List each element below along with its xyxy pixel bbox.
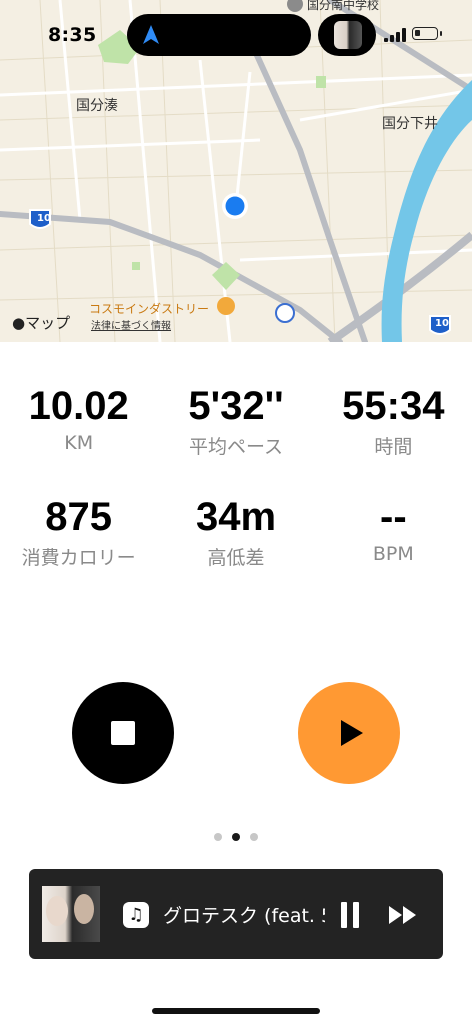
- page-dot[interactable]: [232, 833, 240, 841]
- calories-label: 消費カロリー: [21, 547, 136, 569]
- poi-cosmo-label: コスモインダストリー: [89, 302, 210, 316]
- artwork-face-right: [74, 894, 94, 924]
- stat-elevation: 34m 高低差: [157, 495, 314, 570]
- place-kokubu-shimoi: 国分下井: [382, 116, 438, 132]
- apple-maps-attribution: ●マップ: [12, 314, 71, 332]
- pace-value: 5'32'': [188, 384, 284, 428]
- route-10-shield-left-label: 10: [37, 213, 51, 224]
- pause-icon-bar: [353, 902, 359, 928]
- page-dot[interactable]: [250, 833, 258, 841]
- poi-school-label: 国分南中学校: [307, 0, 380, 12]
- resume-button[interactable]: [298, 682, 400, 784]
- album-thumbnail-small: [334, 21, 362, 49]
- skip-forward-icon[interactable]: [388, 905, 418, 925]
- dynamic-island-album-thumb[interactable]: [318, 14, 376, 56]
- page-indicator[interactable]: [0, 826, 472, 845]
- stat-heart-rate: -- BPM: [315, 495, 472, 570]
- apple-logo-icon: ●: [12, 314, 26, 332]
- route-10-shield-right-label: 10: [435, 318, 449, 329]
- calories-value: 875: [45, 495, 113, 539]
- dynamic-island[interactable]: [127, 14, 311, 56]
- stats-row-2: 875 消費カロリー 34m 高低差 -- BPM: [0, 495, 472, 570]
- stat-calories: 875 消費カロリー: [0, 495, 157, 570]
- heart-rate-value: --: [380, 495, 407, 539]
- stop-icon: [111, 721, 135, 745]
- distance-label: KM: [64, 432, 94, 454]
- stat-duration: 55:34 時間: [315, 384, 472, 459]
- page-dot[interactable]: [214, 833, 222, 841]
- stat-distance: 10.02 KM: [0, 384, 157, 459]
- elevation-value: 34m: [195, 495, 277, 539]
- pause-button[interactable]: [339, 902, 363, 928]
- legal-link[interactable]: 法律に基づく情報: [91, 317, 171, 332]
- artwork-face-left: [46, 896, 68, 926]
- duration-label: 時間: [374, 436, 413, 458]
- pause-icon: [341, 902, 347, 928]
- pace-label: 平均ペース: [188, 436, 284, 458]
- elevation-label: 高低差: [207, 547, 265, 569]
- place-kokubu-minato: 国分湊: [76, 98, 118, 114]
- stats-row-1: 10.02 KM 5'32'' 平均ペース 55:34 時間: [0, 384, 472, 459]
- stop-button[interactable]: [72, 682, 174, 784]
- duration-value: 55:34: [342, 384, 445, 428]
- battery-icon: [412, 27, 442, 40]
- navigation-arrow-icon: [143, 25, 159, 44]
- now-playing-bar[interactable]: ♫ グロテスク (feat. 5: [29, 869, 443, 959]
- music-note-icon: ♫: [123, 902, 149, 928]
- album-artwork: [42, 886, 100, 942]
- heart-rate-label: BPM: [372, 543, 414, 565]
- distance-value: 10.02: [28, 384, 129, 428]
- status-time: 8:35: [48, 24, 97, 46]
- stat-pace: 5'32'' 平均ペース: [157, 384, 314, 459]
- home-indicator[interactable]: [152, 1008, 320, 1014]
- cellular-signal-icon: [384, 28, 406, 42]
- play-icon: [341, 720, 363, 746]
- track-title[interactable]: グロテスク (feat. 5: [163, 902, 325, 930]
